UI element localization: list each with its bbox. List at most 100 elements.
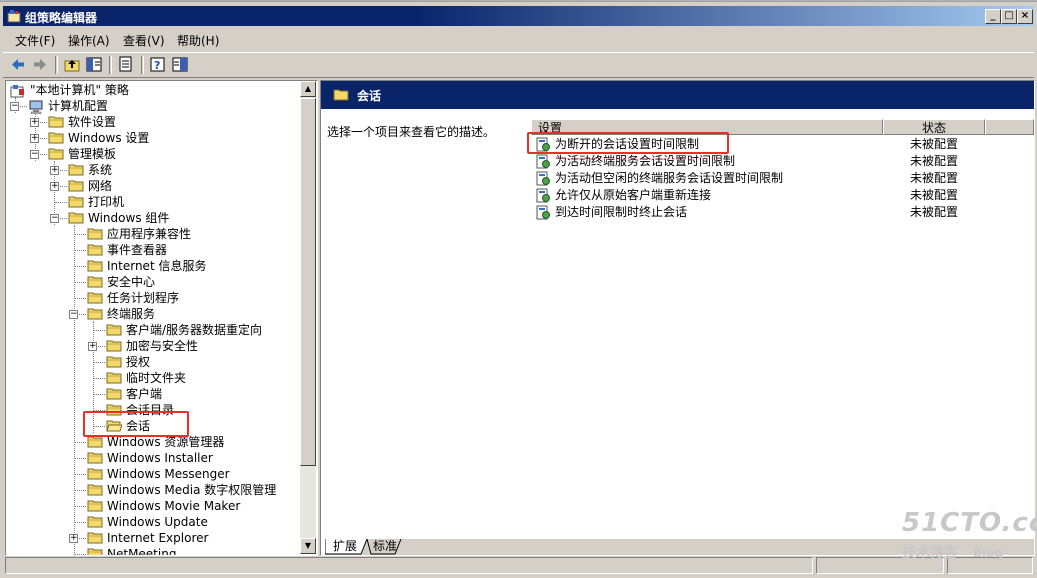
tree-item[interactable]: + Internet Explorer [6, 530, 299, 546]
folder-icon [48, 148, 64, 160]
tree-item[interactable]: 安全中心 [6, 274, 299, 290]
tree-item-label: 管理模板 [68, 147, 117, 161]
collapse-icon[interactable]: − [69, 310, 78, 319]
tree-connector-line [74, 266, 86, 267]
tab-extended[interactable]: 扩展 [329, 539, 361, 554]
scroll-down-button[interactable]: ▼ [300, 538, 316, 554]
tree-item[interactable]: NetMeeting [6, 546, 299, 555]
folder-icon [48, 116, 64, 128]
status-panel-main [5, 557, 813, 574]
tree-item-label: 终端服务 [107, 307, 156, 321]
tree-vertical-scrollbar[interactable]: ▲ ▼ [300, 81, 316, 554]
settings-list[interactable]: 设置 状态 为断开的会话设置时间限制 未被配置 为活动终端服务会话设置时间限制 未被配… [531, 109, 1034, 539]
tree-item[interactable]: + Windows 设置 [6, 130, 299, 146]
scroll-up-button[interactable]: ▲ [300, 81, 316, 97]
tree-item[interactable]: 应用程序兼容性 [6, 226, 299, 242]
tree-item[interactable]: − Windows 组件 [6, 210, 299, 226]
up-folder-icon[interactable] [63, 56, 81, 73]
menu-help[interactable]: 帮助(H) [177, 32, 219, 49]
setting-row[interactable]: 为活动终端服务会话设置时间限制 未被配置 [531, 153, 1034, 170]
tab-standard[interactable]: 标准 [369, 539, 401, 554]
column-header-state[interactable]: 状态 [883, 119, 985, 135]
group-policy-app-icon [7, 10, 21, 23]
setting-row[interactable]: 到达时间限制时终止会话 未被配置 [531, 204, 1034, 221]
expand-icon[interactable]: + [50, 166, 59, 175]
title-bar[interactable]: 组策略编辑器 _ □ × [0, 0, 1037, 28]
expand-icon[interactable]: + [50, 182, 59, 191]
collapse-icon[interactable]: − [50, 214, 59, 223]
tree-item[interactable]: 授权 [6, 354, 299, 370]
folder-icon [106, 324, 122, 336]
tree-item[interactable]: "本地计算机" 策略 [6, 82, 299, 98]
setting-row[interactable]: 为活动但空闲的终端服务会话设置时间限制 未被配置 [531, 170, 1034, 187]
tree-item[interactable]: 打印机 [6, 194, 299, 210]
policy-setting-icon [536, 154, 550, 169]
tree-item[interactable]: Windows Installer [6, 450, 299, 466]
policy-tree[interactable]: "本地计算机" 策略 − 计算机配置 + 软件设置 + Windows 设置 − 管理模板 + 系统… [6, 81, 299, 555]
tree-item[interactable]: Windows Media 数字权限管理 [6, 482, 299, 498]
folder-icon [87, 436, 103, 448]
folder-open-icon [333, 89, 349, 101]
tree-item-label: Windows 设置 [68, 131, 150, 145]
menu-file[interactable]: 文件(F) [15, 32, 55, 49]
tree-item[interactable]: 事件查看器 [6, 242, 299, 258]
close-button[interactable]: × [1017, 9, 1033, 24]
tree-item[interactable]: 临时文件夹 [6, 370, 299, 386]
tree-item[interactable]: + 网络 [6, 178, 299, 194]
status-bar [5, 557, 1033, 575]
setting-row[interactable]: 允许仅从原始客户端重新连接 未被配置 [531, 187, 1034, 204]
tree-connector-line [93, 362, 105, 363]
tree-item[interactable]: 任务计划程序 [6, 290, 299, 306]
tree-item[interactable]: − 管理模板 [6, 146, 299, 162]
tree-item[interactable]: 客户端/服务器数据重定向 [6, 322, 299, 338]
expand-icon[interactable]: + [30, 118, 39, 127]
folder-icon [87, 260, 103, 272]
tree-connector-line [93, 378, 105, 379]
tree-item[interactable]: Internet 信息服务 [6, 258, 299, 274]
tree-item[interactable]: − 终端服务 [6, 306, 299, 322]
menu-view[interactable]: 查看(V) [123, 32, 165, 49]
properties-icon[interactable] [171, 56, 189, 73]
scroll-thumb[interactable] [300, 98, 316, 466]
tree-item-label: Windows Update [107, 515, 208, 529]
folder-icon [87, 468, 103, 480]
tree-connector-line [74, 234, 86, 235]
tree-item[interactable]: − 计算机配置 [6, 98, 299, 115]
maximize-button[interactable]: □ [1001, 9, 1017, 24]
folder-icon [87, 308, 103, 320]
toolbar-separator [141, 56, 144, 74]
tree-item-label: 授权 [126, 355, 151, 369]
help-icon[interactable]: ? [149, 56, 167, 73]
tree-item[interactable]: + 软件设置 [6, 114, 299, 130]
toolbar: ? [3, 52, 1034, 78]
setting-name: 允许仅从原始客户端重新连接 [555, 188, 712, 202]
tree-item-label: 临时文件夹 [126, 371, 187, 385]
title-bar-fill[interactable]: 组策略编辑器 _ □ × [3, 6, 1034, 26]
minimize-button[interactable]: _ [985, 9, 1001, 24]
expand-icon[interactable]: + [69, 534, 78, 543]
export-list-icon[interactable] [117, 56, 135, 73]
tree-item-label: 网络 [88, 179, 113, 193]
forward-arrow-icon[interactable] [31, 56, 49, 73]
tree-pane[interactable]: "本地计算机" 策略 − 计算机配置 + 软件设置 + Windows 设置 − 管理模板 + 系统… [5, 80, 318, 556]
tree-item[interactable]: + 系统 [6, 162, 299, 178]
menu-action[interactable]: 操作(A) [68, 32, 110, 49]
tree-item[interactable]: + 加密与安全性 [6, 338, 299, 354]
folder-icon [68, 180, 84, 192]
watermark-subtitle: 技术博客 Blog [902, 542, 1003, 562]
tree-item[interactable]: Windows Movie Maker [6, 498, 299, 514]
tree-item[interactable]: 客户端 [6, 386, 299, 402]
collapse-icon[interactable]: − [30, 150, 39, 159]
expand-icon[interactable]: + [30, 134, 39, 143]
back-arrow-icon[interactable] [9, 56, 27, 73]
tree-connector-line [74, 554, 86, 555]
expand-icon[interactable]: + [88, 342, 97, 351]
tree-item-label: 安全中心 [107, 275, 156, 289]
tree-item[interactable]: Windows Update [6, 514, 299, 530]
show-tree-icon[interactable] [85, 56, 103, 73]
tree-item[interactable]: Windows Messenger [6, 466, 299, 482]
collapse-icon[interactable]: − [10, 102, 19, 111]
tree-connector-line [74, 250, 86, 251]
column-header-empty [985, 119, 1034, 135]
tree-item-label: "本地计算机" 策略 [30, 83, 129, 97]
